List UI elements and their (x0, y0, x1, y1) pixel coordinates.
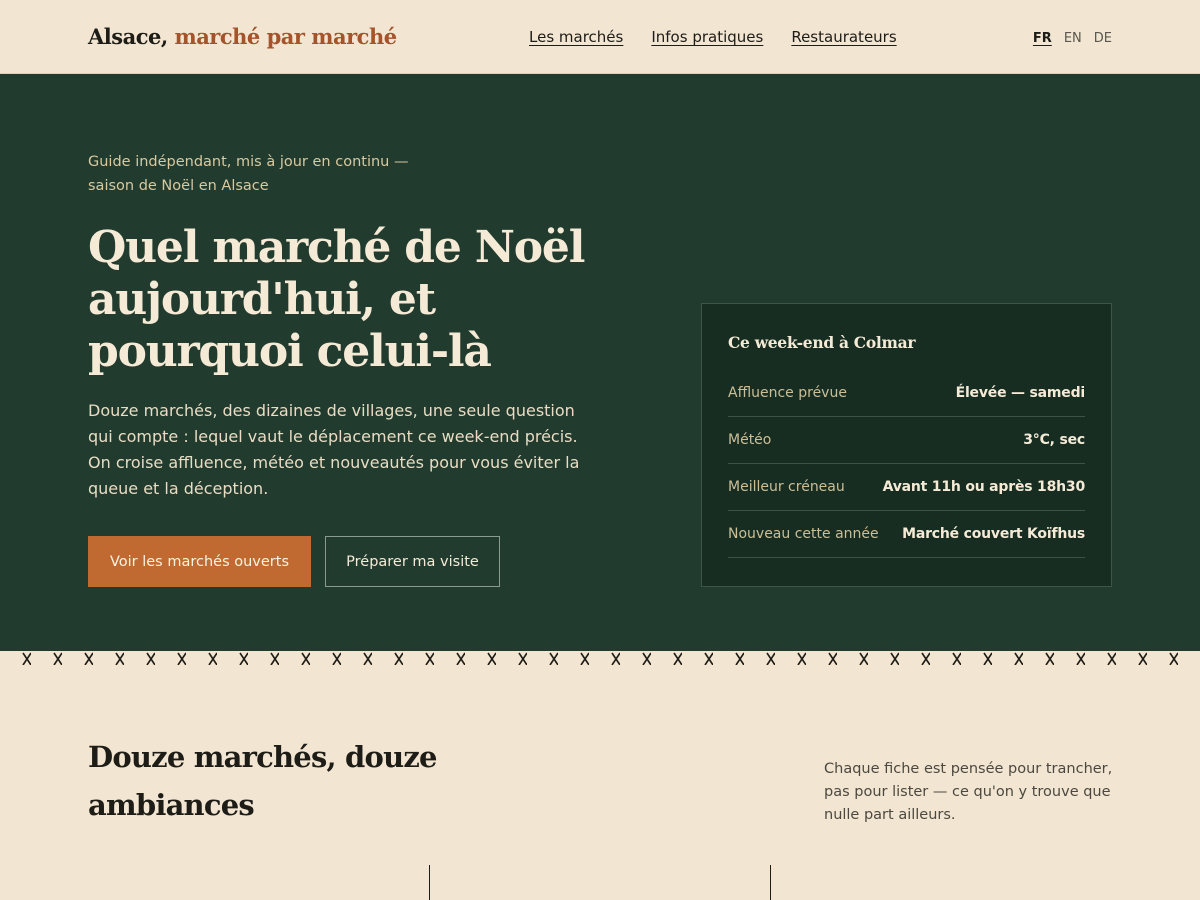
hero-text: Douze marchés, des dizaines de villages,… (88, 401, 580, 498)
main-nav: Les marchés Infos pratiques Restaurateur… (529, 28, 897, 46)
nav-link-infos-pratiques[interactable]: Infos pratiques (651, 28, 763, 46)
open-markets-button[interactable]: Voir les marchés ouverts (88, 536, 311, 587)
card-row-label: Nouveau cette année (728, 526, 879, 542)
column-divider (429, 865, 430, 900)
lang-en[interactable]: EN (1064, 31, 1082, 46)
lang-de[interactable]: DE (1094, 31, 1112, 46)
plan-visit-button[interactable]: Préparer ma visite (325, 536, 500, 587)
language-switcher: FR EN DE (1033, 31, 1112, 46)
logo-main: Alsace, (88, 24, 168, 49)
nav-link-marches[interactable]: Les marchés (529, 28, 623, 46)
lang-fr[interactable]: FR (1033, 31, 1052, 46)
card-row-value: 3°C, sec (1023, 432, 1085, 448)
cross-stitch-divider (0, 651, 1200, 665)
card-row-value: Élevée — samedi (955, 385, 1086, 401)
card-row-creneau: Meilleur créneau Avant 11h ou après 18h3… (728, 464, 1085, 511)
card-row-label: Météo (728, 432, 772, 448)
logo-accent: marché par marché (174, 24, 397, 49)
column-divider (770, 865, 771, 900)
section-note: Chaque fiche est pensée pour trancher, p… (824, 761, 1113, 823)
weekend-card-rows: Affluence prévue Élevée — samedi Météo 3… (728, 370, 1085, 558)
cross-stitch-icon (0, 652, 1200, 665)
hero-title: Quel marché de Noël aujourd'hui, et pour… (88, 222, 585, 377)
weekend-card: Ce week-end à Colmar Affluence prévue Él… (701, 303, 1112, 587)
weekend-card-title: Ce week-end à Colmar (728, 333, 916, 352)
card-row-label: Meilleur créneau (728, 479, 845, 495)
nav-link-restaurateurs[interactable]: Restaurateurs (791, 28, 896, 46)
site-logo[interactable]: Alsace, marché par marché (88, 24, 397, 49)
card-row-label: Affluence prévue (728, 385, 847, 401)
card-row-affluence: Affluence prévue Élevée — samedi (728, 370, 1085, 417)
hero-section: Guide indépendant, mis à jour en continu… (0, 74, 1200, 651)
card-row-value: Marché couvert Koïfhus (902, 526, 1085, 542)
hero-kicker: Guide indépendant, mis à jour en continu… (88, 154, 409, 194)
card-row-nouveau: Nouveau cette année Marché couvert Koïfh… (728, 511, 1085, 558)
site-header: Alsace, marché par marché Les marchés In… (0, 0, 1200, 74)
section-title: Douze marchés, douze ambiances (88, 740, 437, 822)
card-row-value: Avant 11h ou après 18h30 (882, 479, 1086, 495)
card-row-meteo: Météo 3°C, sec (728, 417, 1085, 464)
